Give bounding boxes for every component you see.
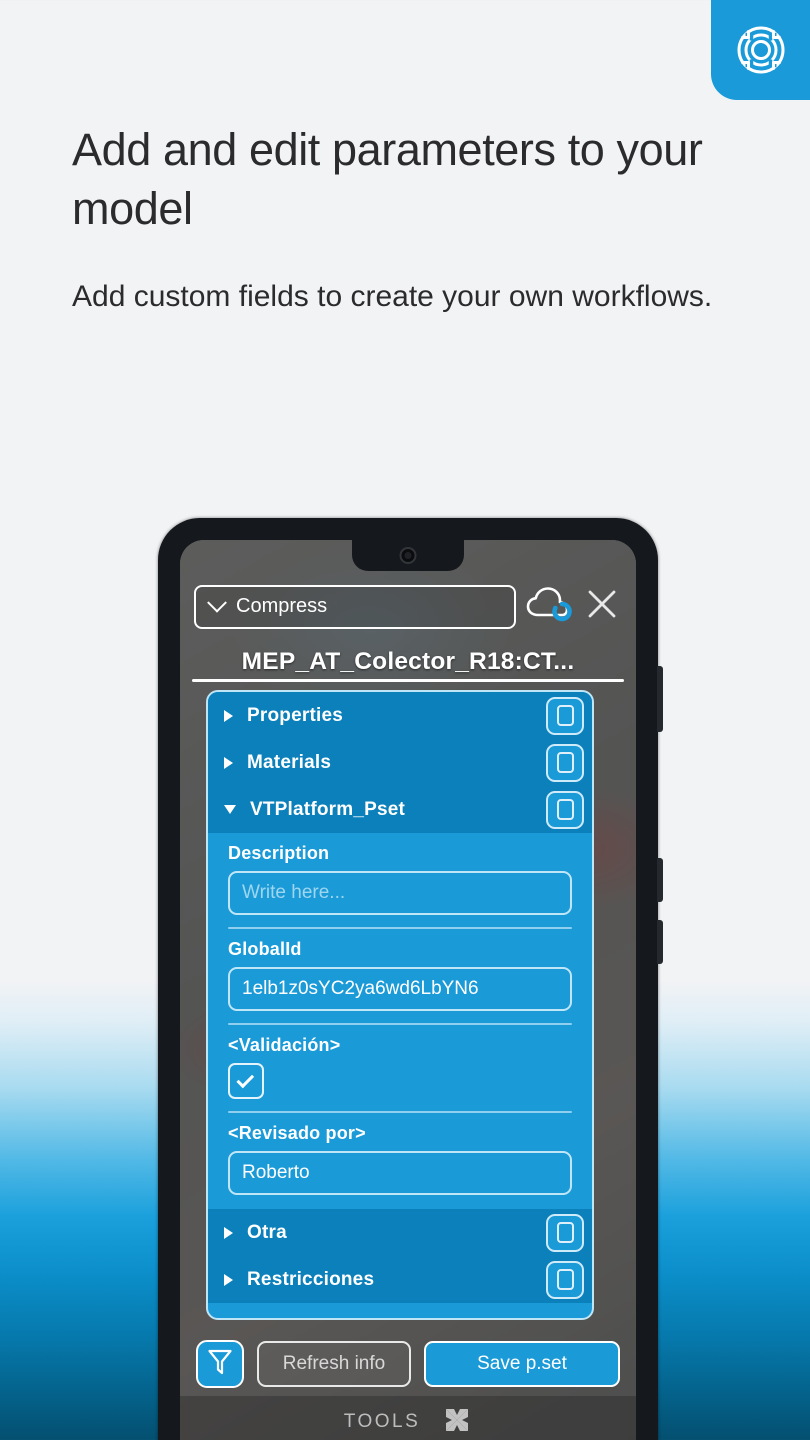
model-title-underline (192, 679, 624, 682)
filter-funnel-icon (207, 1348, 233, 1381)
phone-volume-up-button (657, 858, 663, 902)
front-camera-icon (399, 547, 417, 564)
triangle-right-icon (224, 709, 233, 722)
filter-button[interactable] (196, 1340, 244, 1388)
brand-logo-badge (711, 0, 810, 100)
tree-row-properties[interactable]: Properties (208, 692, 592, 739)
tools-butterfly-icon[interactable] (442, 1405, 472, 1440)
tree-row-label: Properties (247, 704, 343, 726)
check-icon (236, 1070, 255, 1088)
close-icon[interactable] (582, 584, 622, 629)
chevron-down-icon (207, 592, 227, 613)
cloud-sync-icon[interactable] (526, 584, 572, 629)
tools-bar-label: TOOLS (343, 1411, 421, 1432)
tree-row-label: Otra (247, 1221, 287, 1243)
field-validacion: <Validación> (208, 1025, 592, 1113)
tree-row-restricciones[interactable]: Restricciones (208, 1256, 592, 1303)
globalid-input[interactable]: 1elb1z0sYC2ya6wd6LbYN6 (228, 967, 572, 1011)
field-globalid: GlobalId 1elb1z0sYC2ya6wd6LbYN6 (208, 929, 592, 1025)
copy-icon[interactable] (546, 790, 584, 829)
validacion-checkbox[interactable] (228, 1063, 264, 1099)
tools-bar: TOOLS (180, 1396, 636, 1440)
tree-row-label: Materials (247, 751, 332, 773)
model-title-block: MEP_AT_Colector_R18:CT... (192, 648, 624, 682)
field-revisado-por: <Revisado por> Roberto (208, 1113, 592, 1195)
app-top-bar: Compress (180, 584, 636, 629)
save-pset-button[interactable]: Save p.set (424, 1341, 620, 1387)
copy-icon[interactable] (546, 1213, 584, 1252)
page-subtitle: Add custom fields to create your own wor… (72, 280, 713, 313)
triangle-down-icon (224, 805, 236, 814)
compress-dropdown[interactable]: Compress (194, 584, 516, 629)
tree-row-materials[interactable]: Materials (208, 739, 592, 786)
phone-power-button (657, 666, 663, 732)
tree-row-label: Restricciones (247, 1268, 375, 1290)
compress-dropdown-label: Compress (236, 595, 328, 617)
concentric-target-logo-icon (732, 21, 790, 79)
refresh-info-button[interactable]: Refresh info (257, 1341, 411, 1387)
page-title: Add and edit parameters to your model (72, 124, 703, 235)
field-label: GlobalId (228, 939, 302, 959)
field-label: Description (228, 843, 330, 863)
panel-action-bar: Refresh info Save p.set (196, 1340, 620, 1388)
triangle-right-icon (224, 1273, 233, 1286)
model-title: MEP_AT_Colector_R18:CT... (241, 648, 575, 675)
triangle-right-icon (224, 756, 233, 769)
property-panel: Properties Materials VTPlatform_Pset Des… (206, 690, 594, 1320)
description-input[interactable]: Write here... (228, 871, 572, 915)
field-label: <Revisado por> (228, 1123, 366, 1143)
triangle-right-icon (224, 1226, 233, 1239)
tree-row-vtplatform-pset[interactable]: VTPlatform_Pset (208, 786, 592, 833)
revisado-por-input[interactable]: Roberto (228, 1151, 572, 1195)
field-description: Description Write here... (208, 833, 592, 929)
phone-mockup: Compress MEP_AT_Colector_R18:CT... Prope… (158, 518, 663, 1440)
tree-row-label: VTPlatform_Pset (250, 798, 406, 820)
copy-icon[interactable] (546, 696, 584, 735)
copy-icon[interactable] (546, 1260, 584, 1299)
field-label: <Validación> (228, 1035, 341, 1055)
phone-screen: Compress MEP_AT_Colector_R18:CT... Prope… (180, 540, 636, 1440)
copy-icon[interactable] (546, 743, 584, 782)
tree-row-otra[interactable]: Otra (208, 1209, 592, 1256)
phone-notch (352, 540, 464, 571)
phone-volume-down-button (657, 920, 663, 964)
